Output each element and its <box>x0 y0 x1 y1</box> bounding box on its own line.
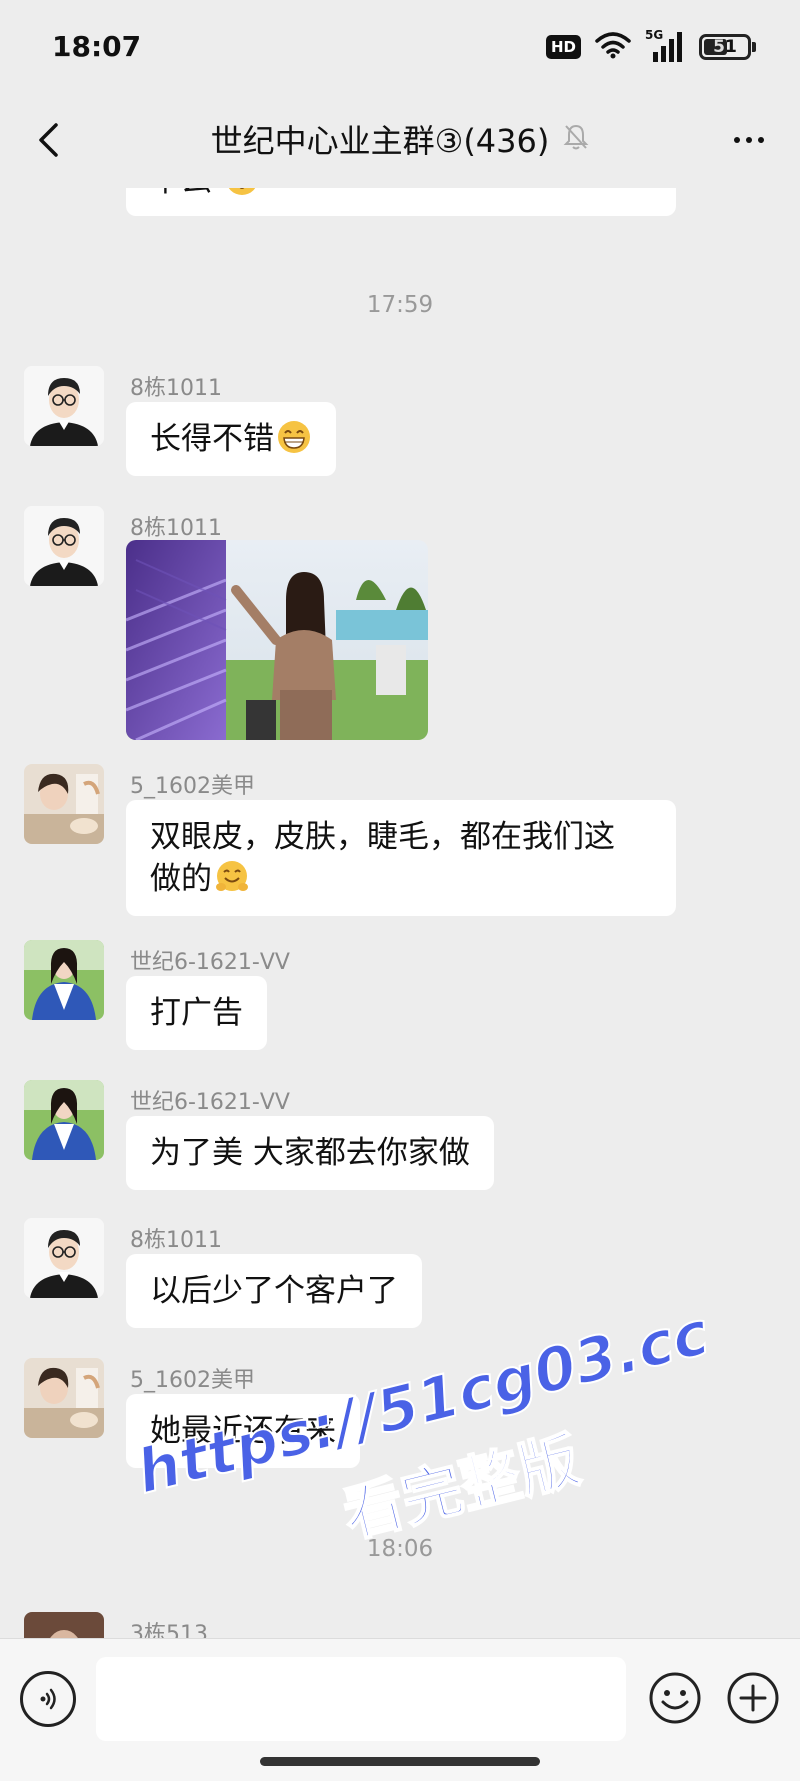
voice-icon <box>40 1688 56 1710</box>
plus-icon <box>727 1672 779 1724</box>
photo-woman-outdoor-icon <box>126 540 428 740</box>
photo-avatar-icon <box>24 764 104 844</box>
photo-avatar-icon <box>24 1612 104 1638</box>
hug-emoji-icon <box>216 861 248 891</box>
avatar[interactable] <box>24 940 104 1020</box>
wifi-icon <box>595 31 631 63</box>
sender-name: 5_1602美甲 <box>130 774 255 799</box>
battery-body: 51 <box>699 34 751 60</box>
avatar[interactable] <box>24 1218 104 1298</box>
more-button[interactable] <box>720 114 778 166</box>
message-bubble[interactable]: 为了美 大家都去你家做 <box>126 1116 494 1190</box>
message-input[interactable] <box>96 1657 626 1741</box>
avatar[interactable] <box>24 1358 104 1438</box>
sender-name: 3栋513 <box>130 1622 208 1638</box>
message-text: 为了美 大家都去你家做 <box>150 1135 470 1171</box>
message-text: 长得不错 <box>150 421 274 457</box>
title-wrap: 世纪中心业主群③(436) <box>0 116 800 162</box>
avatar[interactable] <box>24 366 104 446</box>
voice-button[interactable] <box>20 1671 76 1727</box>
time-divider: 18:06 <box>366 1536 434 1562</box>
sender-name: 8栋1011 <box>130 516 222 541</box>
plus-button[interactable] <box>724 1669 782 1727</box>
mute-bell-icon <box>563 123 589 155</box>
message-text-line-2: 做的 <box>150 858 652 900</box>
man-glasses-avatar-icon <box>24 366 104 446</box>
battery-icon: 51 <box>699 34 756 60</box>
hd-badge: HD <box>545 35 581 59</box>
message-text: 打广告 <box>150 995 243 1031</box>
girl-photo-avatar-icon <box>24 940 104 1020</box>
sender-name: 8栋1011 <box>130 376 222 401</box>
message-bubble[interactable]: 她最近还有来 <box>126 1394 360 1468</box>
sender-name: 世纪6-1621-VV <box>130 950 290 975</box>
message-bubble[interactable]: 以后少了个客户了 <box>126 1254 422 1328</box>
sender-name: 世纪6-1621-VV <box>130 1090 290 1115</box>
status-time: 18:07 <box>52 30 142 63</box>
message-text: 早么 <box>150 188 212 199</box>
message-bubble[interactable]: 长得不错 <box>126 402 336 476</box>
avatar[interactable] <box>24 764 104 844</box>
man-glasses-avatar-icon <box>24 506 104 586</box>
avatar[interactable] <box>24 1080 104 1160</box>
message-list[interactable]: 早么 17:59 8栋1011 长得不错 <box>0 188 800 1638</box>
message-text: 做的 <box>150 861 212 897</box>
sender-name: 8栋1011 <box>130 1228 222 1253</box>
grinning-emoji-icon <box>278 421 310 453</box>
man-glasses-avatar-icon <box>24 1218 104 1298</box>
signal-icon: 5G <box>645 28 685 64</box>
emoji-button[interactable] <box>646 1669 704 1727</box>
battery-tip <box>752 42 756 52</box>
battery-level: 51 <box>713 37 737 57</box>
message-bubble[interactable]: 打广告 <box>126 976 267 1050</box>
avatar[interactable] <box>24 1612 104 1638</box>
photo-avatar-icon <box>24 1358 104 1438</box>
time-divider: 17:59 <box>366 292 434 318</box>
more-dot <box>746 137 752 143</box>
emoji-icon <box>649 1672 701 1724</box>
message-bubble-partial[interactable]: 早么 <box>126 188 676 216</box>
status-icons: HD 5G 51 <box>545 28 756 64</box>
message-bubble[interactable]: 双眼皮，皮肤，睫毛，都在我们这 做的 <box>126 800 676 916</box>
more-dot <box>734 137 740 143</box>
input-bar <box>0 1638 800 1781</box>
chat-header: 世纪中心业主群③(436) <box>0 92 800 188</box>
message-text-line: 双眼皮，皮肤，睫毛，都在我们这 <box>150 819 615 855</box>
more-dot <box>758 137 764 143</box>
home-indicator <box>260 1757 540 1766</box>
girl-photo-avatar-icon <box>24 1080 104 1160</box>
status-bar: 18:07 HD 5G 51 <box>0 0 800 92</box>
chat-title: 世纪中心业主群③(436) <box>210 122 550 160</box>
message-text: 她最近还有来 <box>150 1413 336 1449</box>
message-text: 以后少了个客户了 <box>150 1273 398 1309</box>
avatar[interactable] <box>24 506 104 586</box>
message-image[interactable] <box>126 540 428 740</box>
shush-emoji-icon <box>228 188 256 195</box>
sender-name: 5_1602美甲 <box>130 1368 255 1393</box>
